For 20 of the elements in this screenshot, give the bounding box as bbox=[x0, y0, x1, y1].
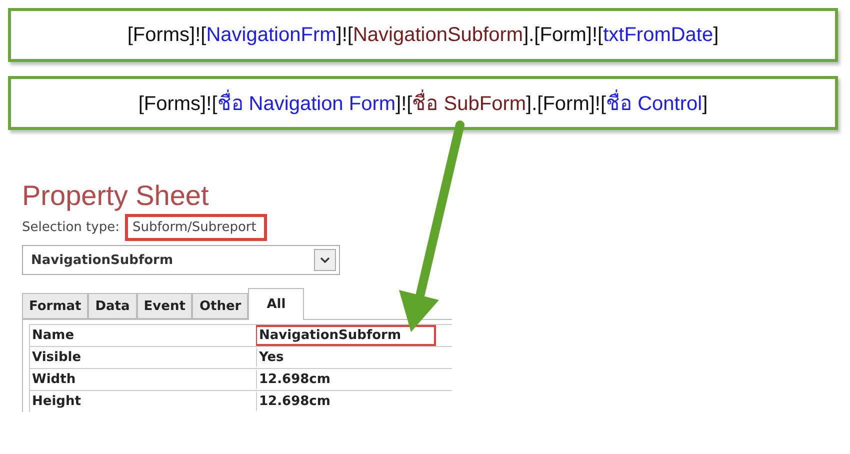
property-name: Width bbox=[29, 369, 256, 390]
property-tab[interactable]: Format bbox=[22, 293, 88, 319]
property-name: Visible bbox=[29, 347, 256, 368]
selection-type-label: Selection type: bbox=[22, 220, 120, 235]
chevron-down-icon[interactable] bbox=[314, 249, 336, 271]
property-value: 12.698cm bbox=[256, 391, 452, 412]
property-value: NavigationSubform bbox=[256, 325, 436, 346]
object-dropdown[interactable]: NavigationSubform bbox=[22, 245, 340, 275]
property-value: 12.698cm bbox=[256, 369, 452, 390]
formula-text: [Forms]![NavigationFrm]![NavigationSubform].[Form]![txtFromDate] bbox=[127, 24, 719, 46]
property-tab[interactable]: Data bbox=[88, 293, 137, 319]
formula-text: [Forms]![ชื่อ Navigation Form]![ชื่อ SubForm].[Form]![ชื่อ Control] bbox=[138, 87, 708, 119]
property-tab[interactable]: All bbox=[248, 288, 304, 320]
property-name: Name bbox=[29, 325, 256, 346]
property-name: Height bbox=[29, 391, 256, 412]
selection-type-value: Subform/Subreport bbox=[125, 214, 268, 241]
property-tab[interactable]: Event bbox=[136, 293, 192, 319]
property-value: Yes bbox=[256, 347, 452, 368]
property-tab[interactable]: Other bbox=[192, 293, 248, 319]
property-sheet-title: Property Sheet bbox=[22, 180, 210, 212]
